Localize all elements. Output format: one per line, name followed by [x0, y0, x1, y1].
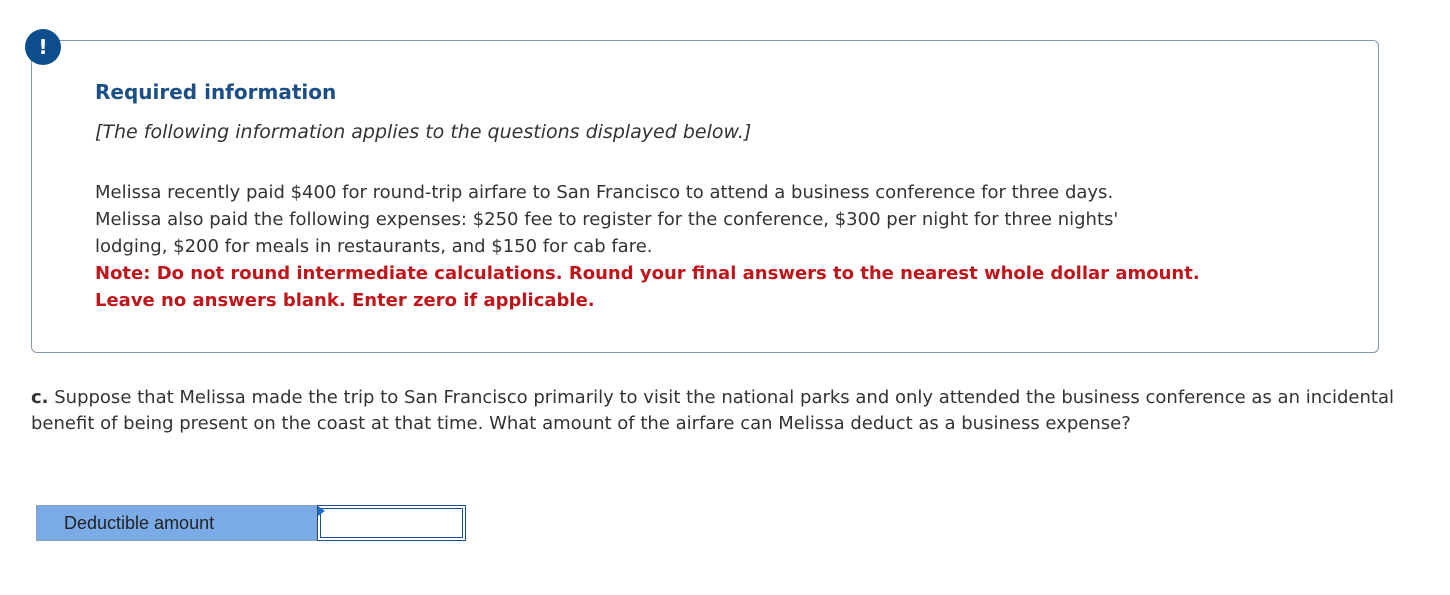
description-line: Melissa also paid the following expenses…	[95, 209, 1119, 230]
input-marker-icon	[318, 506, 325, 516]
deductible-amount-label: Deductible amount	[36, 505, 317, 541]
description-line: Melissa recently paid $400 for round-tri…	[95, 182, 1114, 203]
question-label: c.	[31, 387, 49, 408]
deductible-amount-input[interactable]	[320, 508, 463, 538]
note-line: Leave no answers blank. Enter zero if ap…	[95, 290, 595, 311]
rounding-note: Note: Do not round intermediate calculat…	[95, 260, 1315, 314]
information-subtitle: [The following information applies to th…	[95, 121, 752, 143]
required-information-title: Required information	[95, 80, 337, 104]
problem-description: Melissa recently paid $400 for round-tri…	[95, 179, 1295, 260]
question-c: c. Suppose that Melissa made the trip to…	[31, 385, 1441, 437]
description-line: lodging, $200 for meals in restaurants, …	[95, 236, 653, 257]
alert-icon: !	[25, 29, 61, 65]
note-line: Note: Do not round intermediate calculat…	[95, 263, 1200, 284]
answer-input-wrapper[interactable]	[317, 505, 466, 541]
question-text: Suppose that Melissa made the trip to Sa…	[31, 387, 1394, 434]
answer-row: Deductible amount	[36, 505, 466, 541]
